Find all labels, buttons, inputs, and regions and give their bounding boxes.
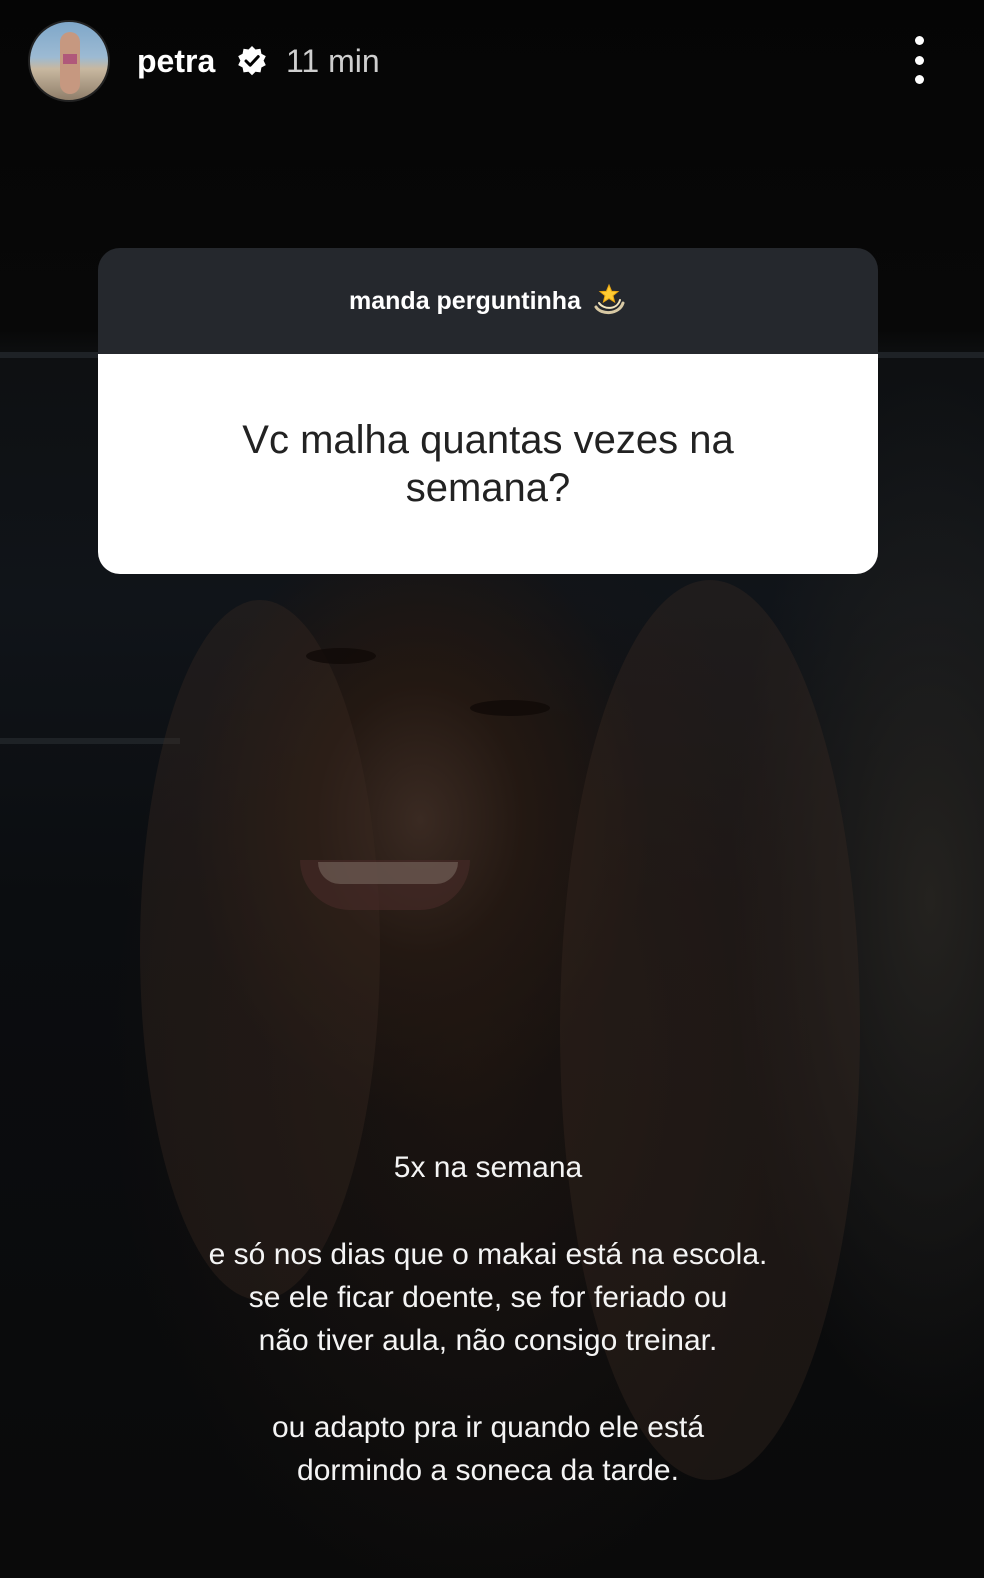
story-viewer[interactable]: petra 11 min manda perguntinha Vc malha … bbox=[0, 0, 984, 1578]
sticker-title: manda perguntinha bbox=[349, 286, 581, 315]
eye-shape bbox=[470, 700, 550, 716]
menu-dot bbox=[914, 36, 924, 45]
post-timestamp: 11 min bbox=[286, 43, 380, 79]
sticker-body: Vc malha quantas vezes na semana? bbox=[98, 354, 878, 574]
eye-shape bbox=[306, 648, 376, 664]
teeth-shape bbox=[318, 862, 458, 884]
wall-edge bbox=[0, 738, 180, 744]
menu-dot bbox=[914, 75, 924, 84]
verified-badge-icon bbox=[238, 46, 266, 76]
question-sticker[interactable]: manda perguntinha Vc malha quantas vezes… bbox=[98, 248, 878, 574]
profile-avatar[interactable] bbox=[28, 20, 110, 102]
menu-dot bbox=[914, 55, 924, 65]
avatar-figure-detail bbox=[63, 54, 77, 64]
username[interactable]: petra bbox=[137, 42, 215, 80]
answer-caption: 5x na semana e só nos dias que o makai e… bbox=[90, 1146, 886, 1492]
answer-line: se ele ficar doente, se for feriado ou bbox=[248, 1281, 728, 1314]
question-text: Vc malha quantas vezes na semana? bbox=[242, 418, 734, 510]
dizzy-star-svg bbox=[594, 283, 625, 314]
answer-line: dormindo a soneca da tarde. bbox=[297, 1454, 679, 1487]
answer-line: não tiver aula, não consigo treinar. bbox=[258, 1324, 718, 1357]
answer-line: 5x na semana bbox=[393, 1151, 583, 1184]
answer-line: ou adapto pra ir quando ele está bbox=[272, 1411, 704, 1444]
story-header: petra 11 min bbox=[0, 0, 984, 130]
more-options-icon[interactable] bbox=[904, 36, 934, 84]
dizzy-star-icon bbox=[591, 281, 627, 322]
sticker-header: manda perguntinha bbox=[98, 248, 878, 354]
answer-line: e só nos dias que o makai está na escola… bbox=[208, 1238, 768, 1271]
